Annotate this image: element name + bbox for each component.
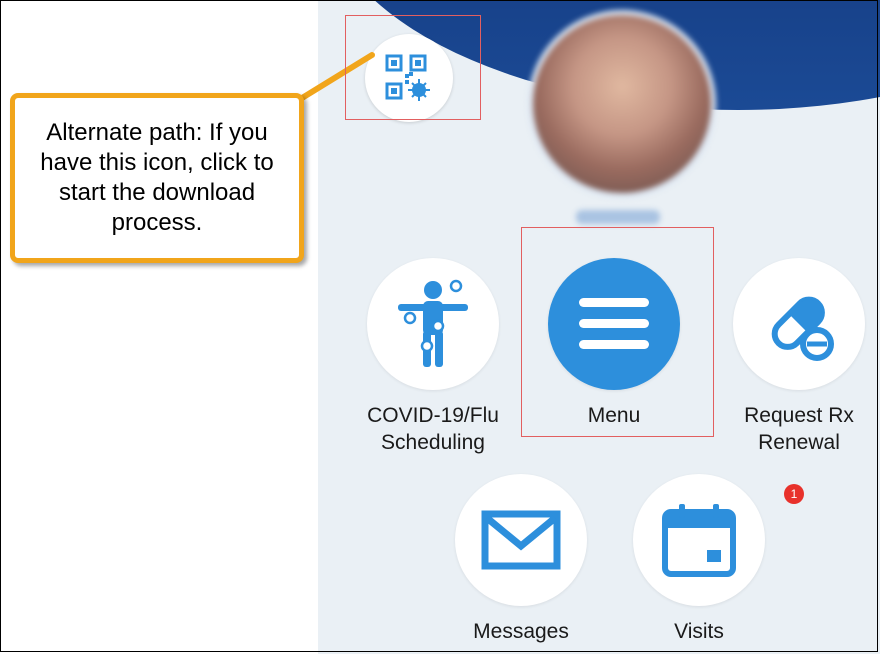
messages-button[interactable] bbox=[455, 474, 587, 606]
tile-visits[interactable]: Visits bbox=[624, 474, 774, 645]
callout-text: Alternate path: If you have this icon, c… bbox=[40, 119, 274, 236]
tile-label: Request Rx Renewal bbox=[744, 404, 854, 454]
pill-capsule-icon bbox=[771, 296, 834, 361]
covid-button[interactable] bbox=[367, 258, 499, 390]
user-name-blurred bbox=[576, 210, 660, 224]
tile-label: Messages bbox=[473, 620, 569, 643]
qr-highlight-box bbox=[345, 15, 481, 120]
tile-label: Visits bbox=[674, 620, 724, 643]
menu-highlight-box bbox=[521, 227, 714, 437]
tile-covid-flu-scheduling[interactable]: COVID-19/Flu Scheduling bbox=[358, 258, 508, 456]
tile-label: COVID-19/Flu Scheduling bbox=[367, 404, 499, 454]
envelope-icon bbox=[481, 510, 561, 570]
instruction-callout: Alternate path: If you have this icon, c… bbox=[10, 93, 304, 263]
tile-messages[interactable]: Messages bbox=[446, 474, 596, 645]
rx-button[interactable] bbox=[733, 258, 865, 390]
avatar[interactable] bbox=[528, 10, 716, 198]
notification-badge: 1 bbox=[784, 484, 804, 504]
person-vaccine-icon bbox=[398, 279, 468, 367]
visits-button[interactable] bbox=[633, 474, 765, 606]
calendar-icon bbox=[662, 504, 736, 577]
tile-request-rx-renewal[interactable]: Request Rx Renewal bbox=[724, 258, 874, 456]
